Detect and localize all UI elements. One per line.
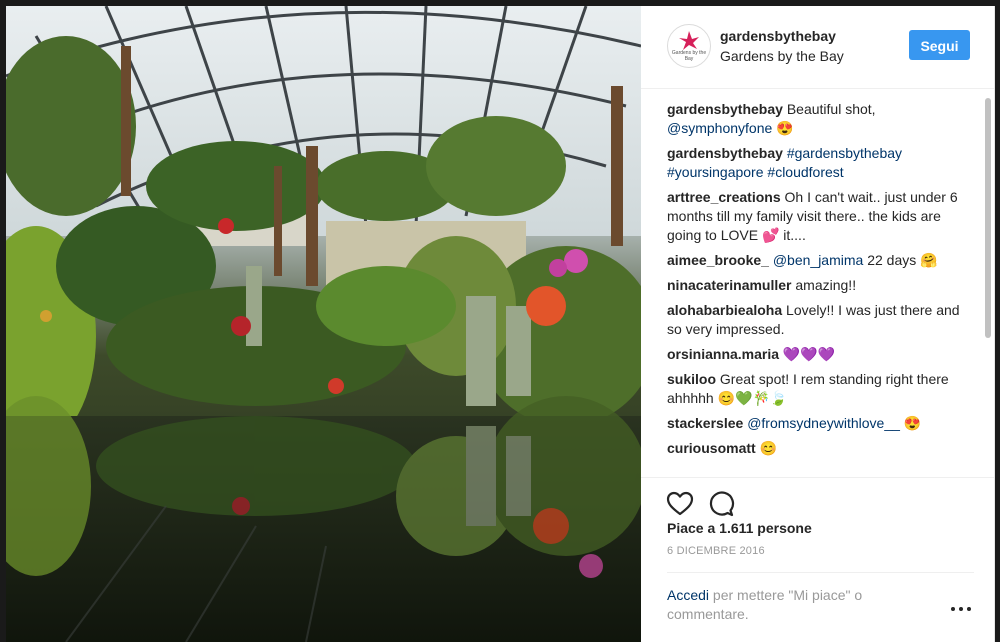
comment-text: amazing!! <box>791 277 857 293</box>
comment-mention-link[interactable]: #cloudforest <box>767 164 843 180</box>
comment-text: 22 days 🤗 <box>863 252 938 268</box>
heart-icon[interactable] <box>666 490 694 518</box>
login-link[interactable]: Accedi <box>667 587 709 603</box>
comment-text: 💜💜💜 <box>779 346 836 362</box>
post-date: 6 DICEMBRE 2016 <box>667 545 765 557</box>
comment-username[interactable]: arttree_creations <box>667 189 781 205</box>
username[interactable]: gardensbythebay <box>720 28 836 44</box>
comment-item: arttree_creations Oh I can't wait.. just… <box>667 188 974 245</box>
avatar-logo-text: Gardens by the Bay <box>671 50 707 62</box>
comment-item: gardensbythebay #gardensbythebay #yoursi… <box>667 144 974 182</box>
comment-mention-link[interactable]: #gardensbythebay <box>787 145 902 161</box>
comment-mention-link[interactable]: #yoursingapore <box>667 164 764 180</box>
login-prompt: Accedi per mettere "Mi piace" o commenta… <box>667 586 917 624</box>
comments-list[interactable]: gardensbythebay Beautiful shot, @symphon… <box>641 89 994 478</box>
comment-text: Beautiful shot, <box>782 101 876 117</box>
comment-text: 😍 <box>772 120 794 136</box>
comment-username[interactable]: curiousomatt <box>667 440 756 456</box>
likes-count[interactable]: Piace a 1.611 persone <box>667 520 812 536</box>
post-photo[interactable] <box>6 6 641 642</box>
account-full-name: Gardens by the Bay <box>720 48 844 64</box>
post-sidebar: Gardens by the Bay gardensbythebay Garde… <box>641 6 995 642</box>
comment-mention-link[interactable]: @ben_jamima <box>773 252 863 268</box>
comment-username[interactable]: gardensbythebay <box>667 101 783 117</box>
comment-text: 😍 <box>899 415 922 431</box>
comment-username[interactable]: aimee_brooke_ <box>667 252 769 268</box>
comment-mention-link[interactable]: @fromsydneywithlove__ <box>747 415 900 431</box>
comment-username[interactable]: gardensbythebay <box>667 145 783 161</box>
comment-item: sukiloo Great spot! I rem standing right… <box>667 370 974 408</box>
comment-username[interactable]: sukiloo <box>667 371 716 387</box>
comment-item: curiousomatt 😊 <box>667 439 974 458</box>
comment-item: orsinianna.maria 💜💜💜 <box>667 345 974 364</box>
comment-item: aimee_brooke_ @ben_jamima 22 days 🤗 <box>667 251 974 270</box>
comment-item: ninacaterinamuller amazing!! <box>667 276 974 295</box>
greenhouse-image <box>6 6 641 642</box>
comment-text: 😊 <box>755 440 778 456</box>
comment-username[interactable]: stackerslee <box>667 415 743 431</box>
avatar[interactable]: Gardens by the Bay <box>667 24 711 68</box>
comment-item: stackerslee @fromsydneywithlove__ 😍 <box>667 414 974 433</box>
comment-item: gardensbythebay Beautiful shot, @symphon… <box>667 100 974 138</box>
speech-bubble-icon[interactable] <box>708 490 736 518</box>
comment-item: alohabarbiealoha Lovely!! I was just the… <box>667 301 974 339</box>
comment-username[interactable]: orsinianna.maria <box>667 346 779 362</box>
comments-scrollbar[interactable] <box>985 98 991 338</box>
follow-button[interactable]: Segui <box>909 30 970 60</box>
comment-username[interactable]: ninacaterinamuller <box>667 277 792 293</box>
post-header: Gardens by the Bay gardensbythebay Garde… <box>641 6 994 89</box>
divider <box>667 572 974 573</box>
comment-mention-link[interactable]: @symphonyfone <box>667 120 772 136</box>
comment-username[interactable]: alohabarbiealoha <box>667 302 782 318</box>
more-options-icon[interactable] <box>951 603 971 615</box>
